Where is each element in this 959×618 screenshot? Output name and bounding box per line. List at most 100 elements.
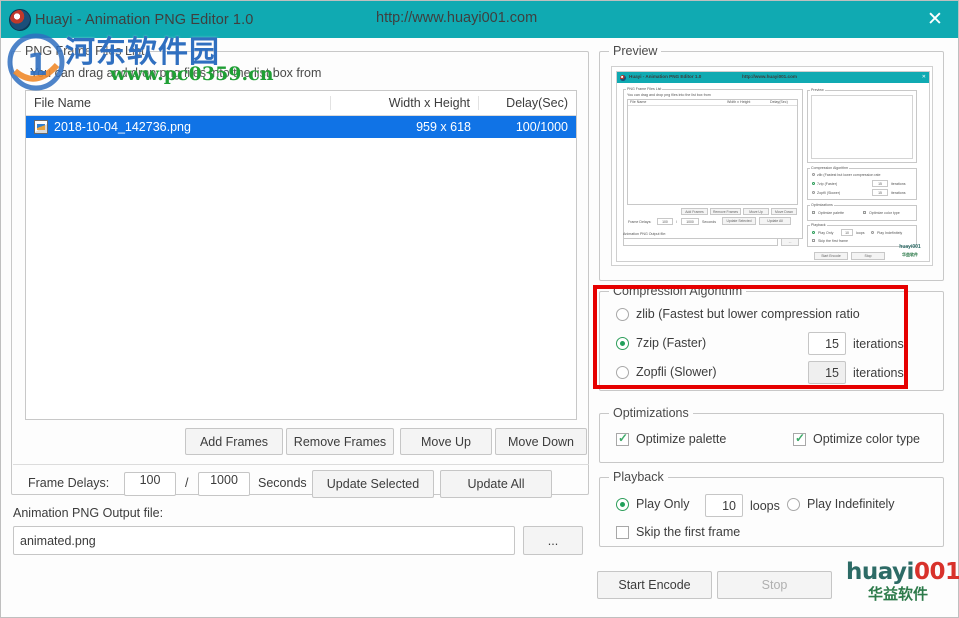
radio-7zip-icon[interactable] <box>616 336 629 350</box>
mini-iter-label-zopfli: iterations <box>891 191 906 195</box>
mini-optimizations-legend: Optimizations <box>810 203 834 207</box>
mini-play-only-label: Play Only <box>818 230 834 235</box>
move-up-button[interactable]: Move Up <box>400 428 492 455</box>
radio-option-zopfli[interactable]: Zopfli (Slower) <box>616 365 717 379</box>
mini-zlib-label: zlib (Fastest but lower compression rate <box>817 172 881 177</box>
mini-zopfli-label: Zopfli (Slower) <box>817 190 841 195</box>
frame-delay-numerator-input[interactable]: 100 <box>124 472 176 496</box>
radio-play-only[interactable]: Play Only <box>616 497 690 511</box>
output-file-input[interactable]: animated.png <box>13 526 515 555</box>
drag-drop-hint: You can drag and drop png files into the… <box>30 66 322 80</box>
table-row[interactable]: 2018-10-04_142736.png 959 x 618 100/1000 <box>26 116 576 138</box>
mini-browse-button: ... <box>781 238 799 246</box>
preview-canvas[interactable]: Huayi - Animation PNG Editor 1.0 http://… <box>611 66 933 266</box>
brand-logo: huayi001 华益软件 <box>846 559 959 607</box>
window-title: Huayi - Animation PNG Editor 1.0 <box>35 11 254 28</box>
mini-col-delay: Delay(Sec) <box>770 100 788 104</box>
mini-close-icon: ✕ <box>921 74 926 80</box>
iterations-zopfli-label: iterations <box>853 366 904 380</box>
mini-brand-bottom: 华益软件 <box>902 252 918 257</box>
frame-delay-denominator-input[interactable]: 1000 <box>198 472 250 496</box>
radio-play-indefinitely-icon[interactable] <box>787 497 800 511</box>
mini-palette-label: Optimize palette <box>818 210 844 215</box>
checkbox-optimize-color-type[interactable]: Optimize color type <box>793 431 920 446</box>
radio-play-indefinitely[interactable]: Play Indefinitely <box>787 497 895 511</box>
frames-list-header: File Name Width x Height Delay(Sec) <box>26 91 576 116</box>
iterations-7zip-label: iterations <box>853 337 904 351</box>
mini-checkbox-colortype <box>863 211 867 215</box>
radio-play-only-icon[interactable] <box>616 497 629 511</box>
iterations-7zip-input[interactable]: 15 <box>808 332 846 355</box>
checkbox-optimize-palette[interactable]: Optimize palette <box>616 431 726 446</box>
brand-name-main: huayi <box>846 559 914 585</box>
mini-delay-num: 100 <box>657 218 673 225</box>
mini-col-name: File Name <box>630 100 647 104</box>
close-icon[interactable]: ✕ <box>912 1 958 38</box>
checkbox-colortype-icon[interactable] <box>793 431 806 446</box>
optimizations-group: Optimizations Optimize palette Optimize … <box>599 406 944 463</box>
radio-zopfli-icon[interactable] <box>616 365 629 379</box>
mini-frames-legend: PNG Frame Files List <box>626 87 663 91</box>
checkbox-palette-icon[interactable] <box>616 431 629 446</box>
checkbox-skip-first-frame[interactable]: Skip the first frame <box>616 525 740 539</box>
update-selected-button[interactable]: Update Selected <box>312 470 434 498</box>
mini-delay-label: Frame Delays: <box>628 220 652 224</box>
frames-group-legend: PNG Frame Files List <box>21 44 149 58</box>
brand-name: huayi001 <box>846 559 959 585</box>
iterations-zopfli-input[interactable]: 15 <box>808 361 846 384</box>
column-header-width-height[interactable]: Width x Height <box>331 96 479 110</box>
radio-7zip-label: 7zip (Faster) <box>636 336 707 350</box>
app-icon <box>9 8 31 31</box>
remove-frames-button[interactable]: Remove Frames <box>286 428 394 455</box>
image-file-icon <box>34 120 48 134</box>
column-header-file-name[interactable]: File Name <box>26 96 331 110</box>
application-window: Huayi - Animation PNG Editor 1.0 http://… <box>0 0 959 618</box>
mini-preview-canvas <box>811 95 913 159</box>
cell-file-name: 2018-10-04_142736.png <box>26 120 331 134</box>
preview-group: Preview Huayi - Animation PNG Editor 1.0… <box>599 44 944 281</box>
update-all-button[interactable]: Update All <box>440 470 552 498</box>
browse-button[interactable]: ... <box>523 526 583 555</box>
mini-window-url: http://www.huayi001.com <box>742 74 797 79</box>
playback-group-legend: Playback <box>609 470 668 484</box>
radio-zopfli-label: Zopfli (Slower) <box>636 365 717 379</box>
mini-loops-input: 10 <box>841 229 853 236</box>
radio-zlib-label: zlib (Fastest but lower compression rati… <box>636 307 860 321</box>
mini-title-bar: Huayi - Animation PNG Editor 1.0 http://… <box>617 72 929 83</box>
mini-header-rule <box>628 105 797 106</box>
checkbox-skip-first-icon[interactable] <box>616 525 629 539</box>
loops-input[interactable]: 10 <box>705 494 743 517</box>
mini-checkbox-skip-first <box>812 239 816 243</box>
mini-colortype-label: Optimize color type <box>869 210 900 215</box>
mini-playback-legend: Playback <box>810 223 827 227</box>
mini-hint: You can drag and drop png files into the… <box>627 93 711 97</box>
add-frames-button[interactable]: Add Frames <box>185 428 283 455</box>
stop-button: Stop <box>717 571 832 599</box>
preview-group-legend: Preview <box>609 44 662 58</box>
mini-col-size: Width x Height <box>727 100 751 104</box>
frame-delays-label: Frame Delays: <box>28 476 110 490</box>
playback-group: Playback Play Only 10 loops Play Indefin… <box>599 470 944 547</box>
radio-option-7zip[interactable]: 7zip (Faster) <box>616 336 706 350</box>
move-down-button[interactable]: Move Down <box>495 428 587 455</box>
mini-iter-zopfli: 15 <box>872 189 888 196</box>
mini-skip-first-label: Skip the first frame <box>818 238 848 243</box>
cell-width-height: 959 x 618 <box>416 120 471 134</box>
mini-move-up-button: Move Up <box>743 208 769 215</box>
frames-listbox[interactable]: File Name Width x Height Delay(Sec) 2018… <box>25 90 577 420</box>
delay-separator: / <box>185 476 189 490</box>
radio-play-indefinitely-label: Play Indefinitely <box>807 497 895 511</box>
divider <box>13 464 589 465</box>
mini-listbox <box>627 99 798 205</box>
checkbox-colortype-label: Optimize color type <box>813 432 920 446</box>
mini-move-down-button: Move Down <box>771 208 797 215</box>
mini-start-encode-button: Start Encode <box>814 252 848 260</box>
window-url-label: http://www.huayi001.com <box>376 10 538 26</box>
seconds-label: Seconds <box>258 476 307 490</box>
radio-zlib-icon[interactable] <box>616 307 629 321</box>
radio-option-zlib[interactable]: zlib (Fastest but lower compression rati… <box>616 307 860 321</box>
mini-loops-label: loops <box>856 231 865 235</box>
start-encode-button[interactable]: Start Encode <box>597 571 712 599</box>
mini-add-frames-button: Add Frames <box>681 208 708 215</box>
column-header-delay[interactable]: Delay(Sec) <box>479 96 576 110</box>
